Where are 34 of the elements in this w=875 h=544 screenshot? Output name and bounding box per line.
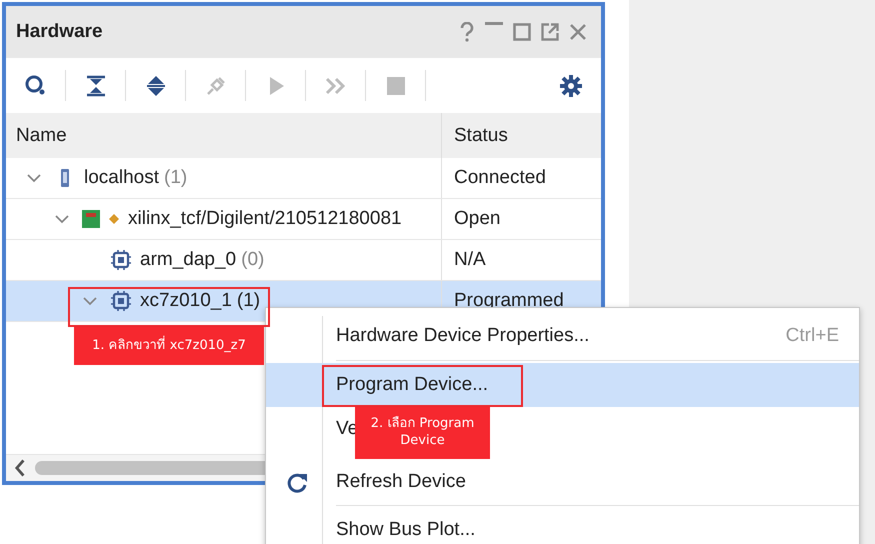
tree-row[interactable]: xilinx_tcf/Digilent/210512180081 Open: [6, 199, 601, 240]
device-name: xc7z010_1: [140, 290, 232, 312]
settings-icon: [559, 74, 583, 98]
device-name: arm_dap_0: [140, 249, 236, 271]
scroll-left-icon: [14, 458, 26, 478]
refresh-icon: [286, 471, 308, 493]
status-text: Programmed: [454, 290, 564, 312]
help-icon: [459, 22, 475, 42]
annotation-label: 1. คลิกขวาที่ xc7z010_z7: [74, 327, 264, 365]
status-text: Connected: [454, 167, 546, 189]
column-header[interactable]: Name: [6, 113, 442, 158]
annotation-label: 2. เลือก Program Device: [355, 407, 490, 459]
expand-all-icon: [144, 74, 168, 98]
menu-item[interactable]: Program Device...: [266, 363, 859, 407]
status-text: N/A: [454, 249, 486, 271]
maximize-icon: [513, 23, 531, 41]
device-name: localhost: [84, 167, 159, 189]
menu-item[interactable]: Show Bus Plot...: [266, 508, 859, 544]
minimize-icon: [485, 22, 503, 25]
diamond-icon: [108, 213, 120, 225]
device-name: xilinx_tcf/Digilent/210512180081: [128, 208, 402, 230]
collapse-all-icon: [84, 74, 108, 98]
child-count: (1): [236, 290, 260, 312]
board-icon: [82, 210, 100, 228]
status-text: Open: [454, 208, 500, 230]
close-icon: [569, 23, 587, 41]
child-count: (1): [164, 167, 188, 189]
chip-icon: [110, 291, 132, 311]
panel-title: Hardware: [16, 21, 104, 43]
tree-row[interactable]: localhost (1) Connected: [6, 158, 601, 199]
float-window-icon: [541, 23, 559, 41]
child-count: (0): [241, 249, 264, 271]
column-header[interactable]: Status: [442, 113, 601, 158]
chip-icon: [110, 250, 132, 270]
